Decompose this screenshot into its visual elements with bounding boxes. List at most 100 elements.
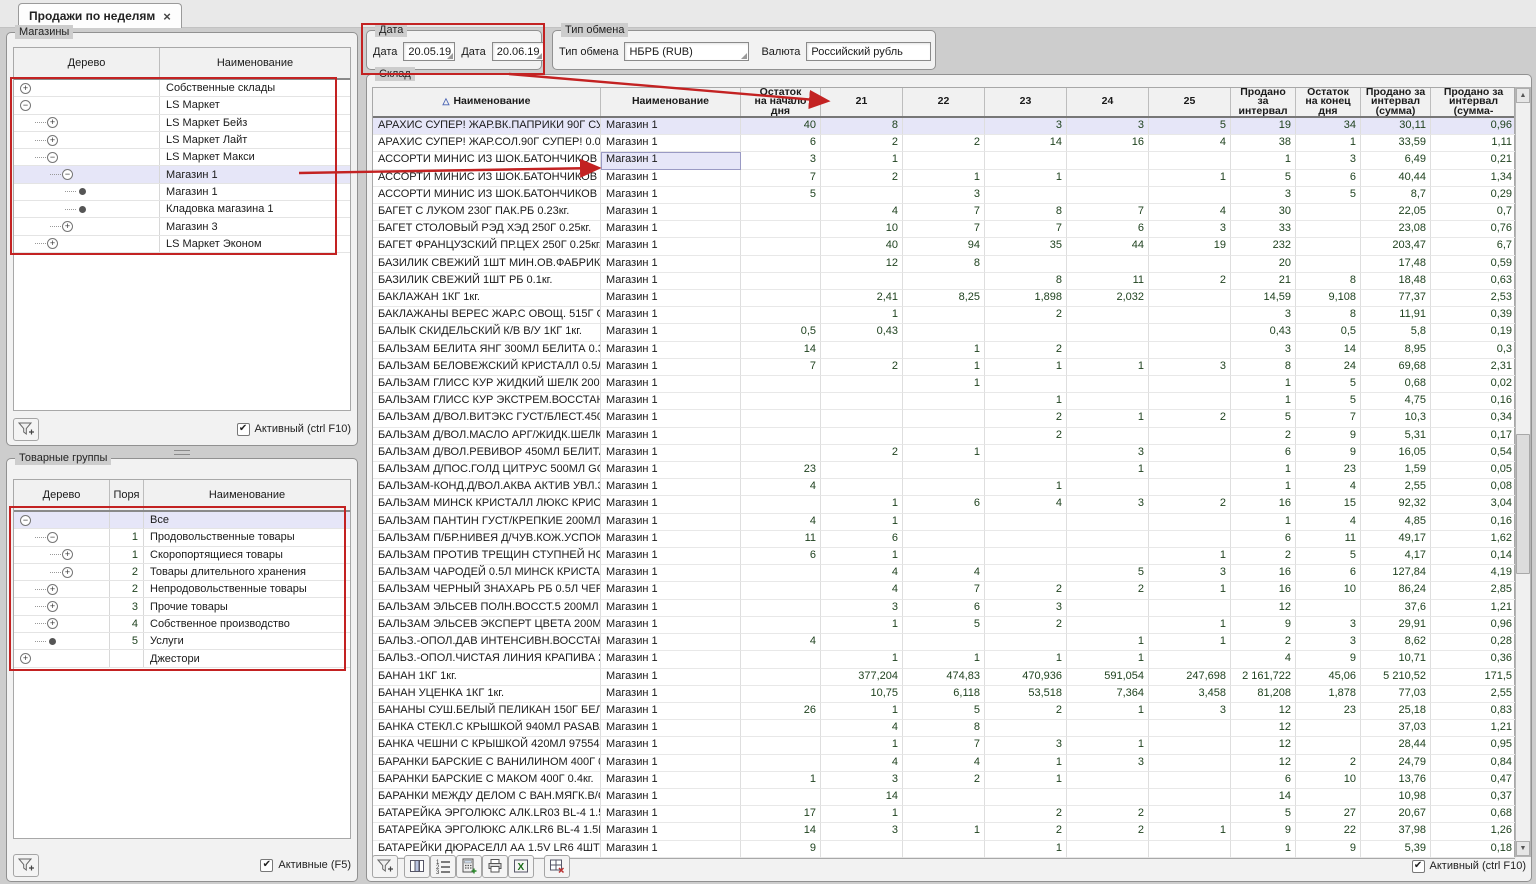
value-cell[interactable] — [985, 531, 1067, 548]
store-cell[interactable]: Магазин 1 — [601, 755, 741, 772]
store-cell[interactable]: Магазин 1 — [601, 393, 741, 410]
value-cell[interactable]: 6,49 — [1361, 152, 1431, 169]
value-cell[interactable] — [741, 204, 821, 221]
value-cell[interactable] — [1067, 428, 1149, 445]
value-cell[interactable]: 1,11 — [1431, 135, 1516, 152]
tree-expand-icon[interactable]: + — [47, 601, 58, 612]
value-cell[interactable]: 12 — [1231, 600, 1296, 617]
value-cell[interactable]: 2 — [985, 806, 1067, 823]
value-cell[interactable] — [1067, 307, 1149, 324]
value-cell[interactable] — [821, 634, 903, 651]
value-cell[interactable]: 0,7 — [1431, 204, 1516, 221]
value-cell[interactable]: 16 — [1231, 565, 1296, 582]
table-row[interactable]: БАЛЬЗАМ ЭЛЬСЕВ ПОЛН.ВОССТ.5 200МЛ ЕМагаз… — [373, 600, 1514, 617]
value-cell[interactable]: 0,47 — [1431, 772, 1516, 789]
value-cell[interactable]: 6 — [821, 531, 903, 548]
product-name-cell[interactable]: БАГЕТ ФРАНЦУЗСКИЙ ПР.ЦЕХ 250Г 0.25кг. — [373, 238, 601, 255]
value-cell[interactable] — [903, 634, 985, 651]
tree-row[interactable]: +4Собственное производство — [14, 616, 350, 633]
value-cell[interactable]: 2 — [821, 135, 903, 152]
value-cell[interactable]: 4 — [741, 514, 821, 531]
shops-active-checkbox[interactable]: ✔ Активный (ctrl F10) — [237, 423, 351, 436]
store-cell[interactable]: Магазин 1 — [601, 204, 741, 221]
value-cell[interactable]: 1 — [1149, 617, 1231, 634]
value-cell[interactable] — [903, 307, 985, 324]
value-cell[interactable] — [741, 290, 821, 307]
product-name-cell[interactable]: БАЛЬЗАМ ЭЛЬСЕВ ЭКСПЕРТ ЦВЕТА 200МЛ — [373, 617, 601, 634]
value-cell[interactable]: 7 — [1296, 410, 1361, 427]
table-row[interactable]: БАЛЬЗАМ Д/ПОС.ГОЛД ЦИТРУС 500МЛ GOLМагаз… — [373, 462, 1514, 479]
value-cell[interactable] — [1149, 514, 1231, 531]
value-cell[interactable]: 2,31 — [1431, 359, 1516, 376]
value-cell[interactable]: 8 — [1296, 273, 1361, 290]
tree-row[interactable]: −Все — [14, 512, 350, 529]
value-cell[interactable] — [821, 187, 903, 204]
value-cell[interactable]: 0,3 — [1431, 342, 1516, 359]
value-cell[interactable] — [741, 376, 821, 393]
value-cell[interactable] — [1149, 806, 1231, 823]
value-cell[interactable]: 10,75 — [821, 686, 903, 703]
value-cell[interactable]: 3 — [821, 772, 903, 789]
value-cell[interactable]: 4,75 — [1361, 393, 1431, 410]
value-cell[interactable]: 11,91 — [1361, 307, 1431, 324]
value-cell[interactable]: 20,67 — [1361, 806, 1431, 823]
value-cell[interactable]: 1 — [1149, 634, 1231, 651]
value-cell[interactable]: 7 — [903, 221, 985, 238]
table-row[interactable]: БАГЕТ СТОЛОВЫЙ РЭД ХЭД 250Г 0.25кг.Магаз… — [373, 221, 1514, 238]
value-cell[interactable]: 7 — [741, 170, 821, 187]
value-cell[interactable]: 8,7 — [1361, 187, 1431, 204]
store-cell[interactable]: Магазин 1 — [601, 273, 741, 290]
value-cell[interactable] — [1149, 393, 1231, 410]
table-row[interactable]: БАЛЬЗАМ БЕЛИТА ЯНГ 300МЛ БЕЛИТА 0.3кМага… — [373, 342, 1514, 359]
value-cell[interactable]: 2,41 — [821, 290, 903, 307]
value-cell[interactable]: 1 — [1149, 582, 1231, 599]
value-cell[interactable]: 33 — [1231, 221, 1296, 238]
value-cell[interactable] — [903, 273, 985, 290]
value-cell[interactable]: 3 — [1296, 617, 1361, 634]
value-cell[interactable]: 2 — [903, 135, 985, 152]
value-cell[interactable]: 5 — [741, 187, 821, 204]
tree-collapse-icon[interactable]: − — [62, 169, 73, 180]
value-cell[interactable]: 0,19 — [1431, 324, 1516, 341]
value-cell[interactable]: 3 — [1296, 152, 1361, 169]
date-from-input[interactable]: 20.05.19 — [403, 42, 455, 61]
value-cell[interactable]: 9 — [1296, 428, 1361, 445]
value-cell[interactable]: 26 — [741, 703, 821, 720]
value-cell[interactable]: 3 — [1296, 634, 1361, 651]
warehouse-col-header[interactable]: Остаток на конец дня — [1296, 88, 1361, 116]
value-cell[interactable]: 2,85 — [1431, 582, 1516, 599]
value-cell[interactable]: 1 — [1149, 548, 1231, 565]
value-cell[interactable]: 4 — [903, 755, 985, 772]
store-cell[interactable]: Магазин 1 — [601, 290, 741, 307]
table-row[interactable]: БАЗИЛИК СВЕЖИЙ 1ШТ МИН.ОВ.ФАБРИКАМагазин… — [373, 256, 1514, 273]
table-row[interactable]: БАНКА СТЕКЛ.С КРЫШКОЙ 940МЛ PASABAHМагаз… — [373, 720, 1514, 737]
product-name-cell[interactable]: АССОРТИ МИНИС ИЗ ШОК.БАТОНЧИКОВ 93 — [373, 187, 601, 204]
value-cell[interactable]: 1 — [821, 152, 903, 169]
store-cell[interactable]: Магазин 1 — [601, 617, 741, 634]
warehouse-col-header[interactable]: 21 — [821, 88, 903, 116]
product-name-cell[interactable]: БАЛЬЗАМ БЕЛОВЕЖСКИЙ КРИСТАЛЛ 0.5Л — [373, 359, 601, 376]
value-cell[interactable] — [1067, 514, 1149, 531]
value-cell[interactable]: 2,53 — [1431, 290, 1516, 307]
value-cell[interactable] — [903, 514, 985, 531]
value-cell[interactable]: 127,84 — [1361, 565, 1431, 582]
value-cell[interactable]: 16 — [1067, 135, 1149, 152]
value-cell[interactable] — [985, 634, 1067, 651]
value-cell[interactable]: 14 — [985, 135, 1067, 152]
value-cell[interactable]: 23 — [1296, 703, 1361, 720]
value-cell[interactable]: 6 — [1231, 531, 1296, 548]
value-cell[interactable]: 3 — [1067, 755, 1149, 772]
warehouse-col-header[interactable]: Наименование — [601, 88, 741, 116]
tree-row[interactable]: Магазин 1 — [14, 184, 350, 201]
value-cell[interactable]: 0,5 — [741, 324, 821, 341]
value-cell[interactable]: 7 — [903, 582, 985, 599]
value-cell[interactable] — [741, 669, 821, 686]
store-cell[interactable]: Магазин 1 — [601, 565, 741, 582]
value-cell[interactable]: 3 — [985, 737, 1067, 754]
value-cell[interactable] — [741, 221, 821, 238]
value-cell[interactable]: 2 — [985, 703, 1067, 720]
value-cell[interactable]: 4,85 — [1361, 514, 1431, 531]
value-cell[interactable]: 1 — [821, 806, 903, 823]
value-cell[interactable]: 1 — [1231, 376, 1296, 393]
value-cell[interactable]: 7 — [741, 359, 821, 376]
